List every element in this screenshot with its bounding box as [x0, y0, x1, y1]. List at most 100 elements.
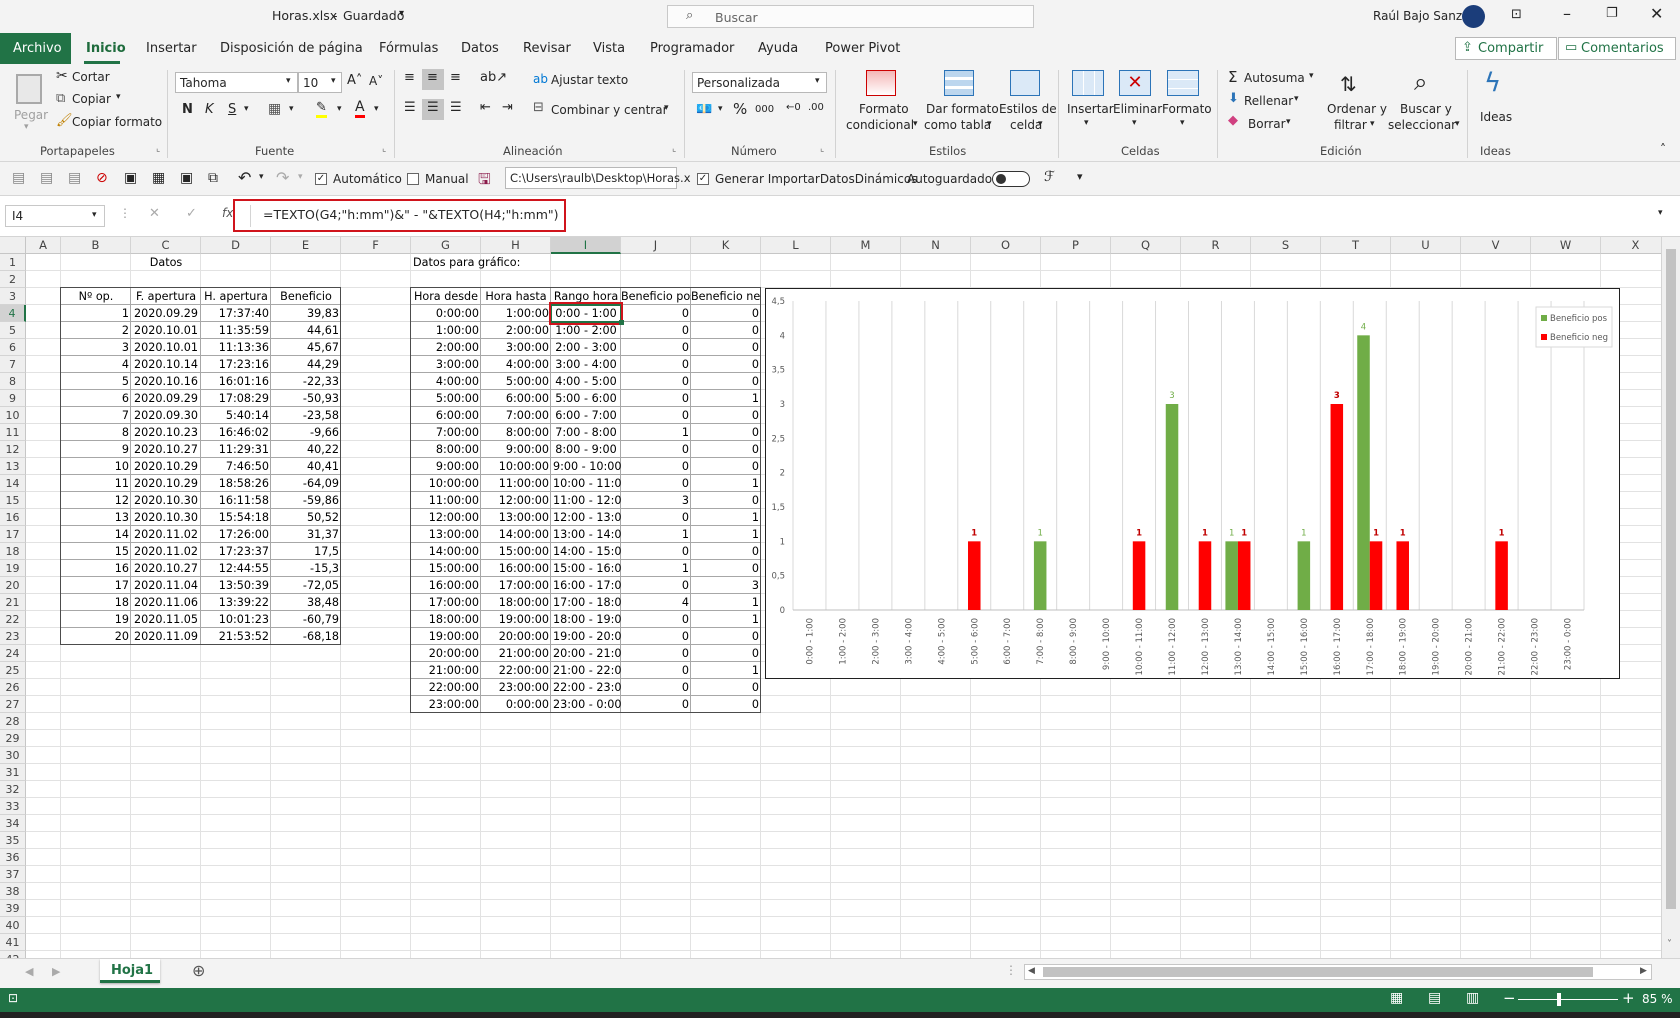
table-cell[interactable]: -68,18: [271, 628, 341, 645]
table-cell[interactable]: 0: [621, 611, 691, 628]
table-cell[interactable]: 20: [61, 628, 131, 645]
table-cell[interactable]: 11:00:00: [481, 475, 551, 492]
table-cell[interactable]: 8:00:00: [481, 424, 551, 441]
table-cell[interactable]: 0: [691, 560, 761, 577]
header-hora-hasta[interactable]: Hora hasta: [481, 288, 551, 305]
table-cell[interactable]: 0: [621, 441, 691, 458]
table-cell[interactable]: 3: [61, 339, 131, 356]
table-cell[interactable]: 13:00:00: [481, 509, 551, 526]
tab-vista[interactable]: Vista: [593, 41, 625, 56]
table-cell[interactable]: 44,61: [271, 322, 341, 339]
prev-sheet-icon[interactable]: ◀: [25, 965, 33, 978]
row-header[interactable]: 28: [0, 713, 26, 730]
table-cell[interactable]: 2: [61, 322, 131, 339]
row-header[interactable]: 37: [0, 866, 26, 883]
table-cell[interactable]: 0: [691, 543, 761, 560]
header-beneficio-pos[interactable]: Beneficio pos: [621, 288, 691, 305]
shrink-font-icon[interactable]: A˅: [369, 74, 383, 88]
doc-icon[interactable]: ▤: [12, 170, 25, 186]
table-cell[interactable]: 15: [61, 543, 131, 560]
table-cell[interactable]: 2020.09.30: [131, 407, 201, 424]
page-layout-icon[interactable]: ▤: [1428, 990, 1441, 1006]
table-cell[interactable]: 6:00:00: [411, 407, 481, 424]
share-button[interactable]: ⇪ Compartir: [1455, 37, 1557, 60]
bold-button[interactable]: N: [182, 102, 193, 117]
scroll-up-icon[interactable]: ˄: [1667, 237, 1672, 240]
zoom-out-icon[interactable]: −: [1503, 989, 1516, 1007]
table-cell[interactable]: 5:00:00: [481, 373, 551, 390]
table-cell[interactable]: 44,29: [271, 356, 341, 373]
table-cell[interactable]: 0: [621, 577, 691, 594]
table-cell[interactable]: 0: [621, 662, 691, 679]
table-cell[interactable]: 17:00:00: [411, 594, 481, 611]
table-cell[interactable]: 0:00:00: [411, 305, 481, 322]
scissors-icon[interactable]: ✂: [56, 68, 68, 84]
normal-view-icon[interactable]: ▦: [1390, 990, 1403, 1006]
table-cell[interactable]: 21:00:00: [411, 662, 481, 679]
table-cell[interactable]: 2020.10.23: [131, 424, 201, 441]
format-painter-button[interactable]: Copiar formato: [72, 115, 162, 129]
table-cell[interactable]: 16:46:02: [201, 424, 271, 441]
column-header[interactable]: N: [901, 237, 971, 254]
table-cell[interactable]: 0: [691, 424, 761, 441]
table-cell[interactable]: 2020.10.29: [131, 475, 201, 492]
table-cell[interactable]: -9,66: [271, 424, 341, 441]
table-cell[interactable]: 0: [621, 645, 691, 662]
autosave-toggle[interactable]: [992, 171, 1030, 187]
format-painter-icon[interactable]: 🖌: [56, 113, 73, 128]
table-cell[interactable]: 13:50:39: [201, 577, 271, 594]
row-header[interactable]: 33: [0, 798, 26, 815]
table-cell[interactable]: 8:00:00: [411, 441, 481, 458]
table-cell[interactable]: 22:00:00: [481, 662, 551, 679]
row-header[interactable]: 25: [0, 662, 26, 679]
table-cell[interactable]: 18:00:00: [411, 611, 481, 628]
zoom-slider[interactable]: [1518, 999, 1618, 1000]
table-cell[interactable]: 2020.09.29: [131, 305, 201, 322]
delete-cells-button[interactable]: ✕ Eliminar ▾: [1112, 68, 1162, 140]
table-cell[interactable]: 17:26:00: [201, 526, 271, 543]
row-header[interactable]: 3: [0, 288, 26, 305]
table-cell[interactable]: 10:00 - 11:00: [551, 475, 621, 492]
table-cell[interactable]: 7:00:00: [411, 424, 481, 441]
table-cell[interactable]: 19: [61, 611, 131, 628]
align-center-icon[interactable]: ☰: [427, 100, 439, 115]
table-cell[interactable]: 21:00:00: [481, 645, 551, 662]
scroll-left-icon[interactable]: ◀: [1028, 966, 1035, 976]
thousands-icon[interactable]: 000: [755, 104, 774, 115]
customize-qat-icon[interactable]: ▾: [1077, 170, 1083, 183]
row-header[interactable]: 4: [0, 305, 26, 322]
zoom-in-icon[interactable]: +: [1622, 989, 1635, 1007]
table-cell[interactable]: 11:13:36: [201, 339, 271, 356]
row-header[interactable]: 40: [0, 917, 26, 934]
table-cell[interactable]: 3:00:00: [411, 356, 481, 373]
search-box[interactable]: ⌕ Buscar: [667, 5, 1034, 28]
page-break-icon[interactable]: ▥: [1466, 990, 1479, 1006]
clear-button[interactable]: Borrar: [1248, 117, 1286, 131]
header-h-apertura[interactable]: H. apertura: [201, 288, 271, 305]
avatar[interactable]: [1462, 5, 1485, 28]
table-cell[interactable]: 19:00:00: [481, 611, 551, 628]
table-cell[interactable]: 0: [691, 696, 761, 713]
table-cell[interactable]: 14:00 - 15:00: [551, 543, 621, 560]
chevron-down-icon[interactable]: ▾: [289, 104, 294, 114]
row-header[interactable]: 24: [0, 645, 26, 662]
table-cell[interactable]: -22,33: [271, 373, 341, 390]
table-cell[interactable]: 4:00 - 5:00: [551, 373, 621, 390]
table-cell[interactable]: 13: [61, 509, 131, 526]
table-cell[interactable]: 0: [691, 339, 761, 356]
table-cell[interactable]: 2020.10.01: [131, 322, 201, 339]
column-header[interactable]: B: [61, 237, 131, 254]
table-cell[interactable]: 17: [61, 577, 131, 594]
table-cell[interactable]: 5:00 - 6:00: [551, 390, 621, 407]
auto-checkbox[interactable]: ✓: [315, 171, 327, 185]
table-cell[interactable]: 0: [621, 305, 691, 322]
table-cell[interactable]: 2020.11.04: [131, 577, 201, 594]
font-color-icon[interactable]: A: [355, 100, 365, 118]
table-cell[interactable]: 1:00 - 2:00: [551, 322, 621, 339]
table-cell[interactable]: 5:40:14: [201, 407, 271, 424]
table-cell[interactable]: 0: [621, 696, 691, 713]
redo-icon[interactable]: ↷: [276, 168, 289, 187]
table-cell[interactable]: 3:00 - 4:00: [551, 356, 621, 373]
table-cell[interactable]: 17,5: [271, 543, 341, 560]
table-cell[interactable]: 2020.11.02: [131, 543, 201, 560]
